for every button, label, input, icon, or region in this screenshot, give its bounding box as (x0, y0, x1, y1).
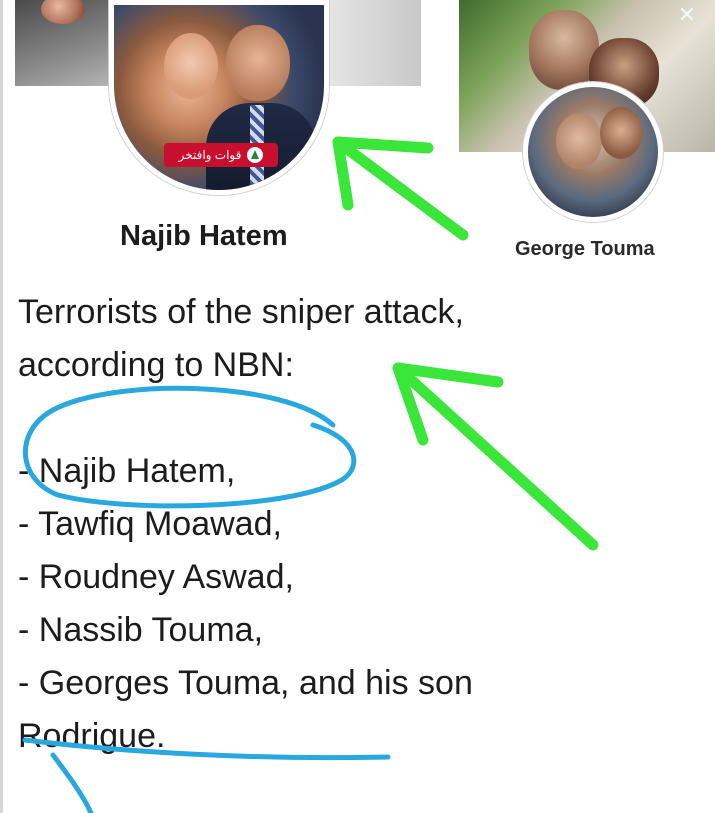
cedar-icon (247, 147, 264, 163)
post-blank-line (18, 392, 698, 445)
green-arrow-top (332, 136, 469, 241)
profile-name-second[interactable]: George Touma (515, 238, 655, 261)
close-icon[interactable]: ✕ (678, 2, 696, 28)
post-line: - Roudney Aswad, (18, 558, 294, 596)
post-line: - Najib Hatem, (18, 452, 236, 490)
profile-frame-badge: قوات وافتخر (164, 143, 278, 167)
post-line: Terrorists of the sniper attack, (18, 293, 464, 331)
badge-text: قوات وافتخر (178, 148, 242, 162)
profile-avatar-main[interactable]: قوات وافتخر (109, 0, 329, 195)
profile-avatar-second[interactable] (523, 82, 663, 222)
screenshot-frame: ✕ قوات وافتخر Najib Hatem George Touma T… (0, 0, 715, 813)
blue-stroke-tail (50, 752, 94, 813)
post-line: - Tawfiq Moawad, (18, 505, 282, 543)
post-text: Terrorists of the sniper attack, accordi… (18, 286, 698, 763)
post-line: according to NBN: (18, 346, 294, 384)
post-line: - Georges Touma, and his son (18, 664, 473, 702)
post-line: Rodrigue. (18, 717, 166, 755)
post-line: - Nassib Touma, (18, 611, 264, 649)
profile-name-main[interactable]: Najib Hatem (120, 220, 288, 253)
